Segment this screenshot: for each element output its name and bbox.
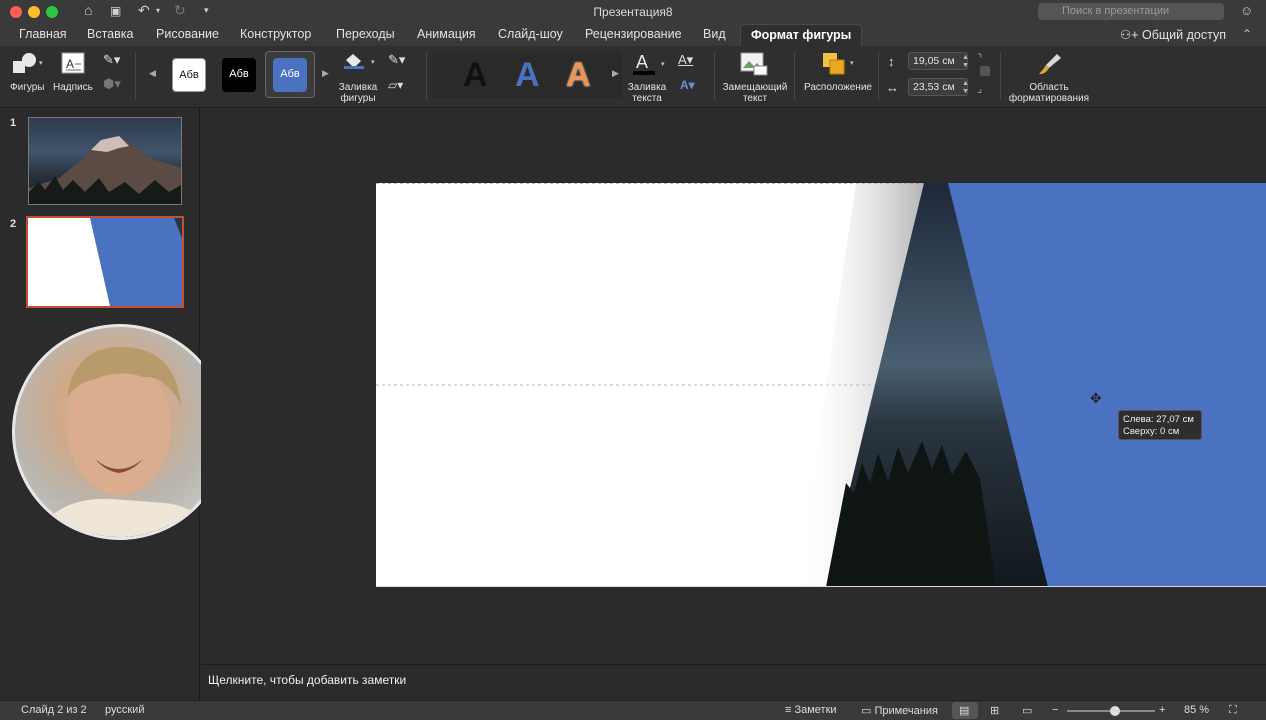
text-outline-icon[interactable]: A▾ <box>678 52 693 68</box>
slide-2-preview <box>90 218 182 306</box>
share-label: Общий доступ <box>1142 28 1226 42</box>
shape-effects-icon[interactable]: ▱▾ <box>388 78 403 92</box>
shape-fill-label: Заливка фигуры <box>338 82 378 104</box>
tab-draw[interactable]: Рисование <box>156 27 219 41</box>
zoom-in-button[interactable]: + <box>1159 704 1165 716</box>
style-preset-black[interactable]: Абв <box>222 58 256 92</box>
comment-icon: ▭ <box>861 705 875 717</box>
language-indicator[interactable]: русский <box>105 704 144 716</box>
shapes-icon[interactable] <box>12 52 38 76</box>
shape-outline-icon[interactable]: ✎▾ <box>388 52 405 68</box>
slide-editing-area: ✥ Слева: 27,07 см Сверху: 0 см <box>201 108 1266 664</box>
format-pane-icon[interactable] <box>1037 52 1063 76</box>
textbox-icon[interactable]: A <box>61 52 85 74</box>
alt-text-label: Замещающий текст <box>722 82 788 104</box>
tab-review[interactable]: Рецензирование <box>585 27 682 41</box>
svg-text:A: A <box>66 57 74 71</box>
height-stepper[interactable]: ▲ ▼ <box>962 54 969 70</box>
arrange-dropdown-icon[interactable]: ▾ <box>850 59 854 67</box>
status-bar: Слайд 2 из 2 русский ≡ Заметки ▭ Примеча… <box>0 700 1266 720</box>
presenter-video <box>35 346 215 537</box>
notes-pane[interactable]: Щелкните, чтобы добавить заметки <box>201 664 1266 700</box>
zoom-slider-thumb[interactable] <box>1110 706 1121 716</box>
text-fill-label: Заливка текста <box>627 82 667 104</box>
tab-insert[interactable]: Вставка <box>87 27 133 41</box>
tooltip-left: Слева: 27,07 см <box>1123 414 1194 425</box>
mountain-photo <box>29 136 181 204</box>
width-field[interactable]: 23,53 см <box>908 78 968 96</box>
width-stepper[interactable]: ▲ ▼ <box>962 80 969 96</box>
notes-button-label: Заметки <box>794 704 837 716</box>
slide-thumbnail-2[interactable] <box>26 216 184 308</box>
tab-slideshow[interactable]: Слайд-шоу <box>498 27 563 41</box>
wordart-black[interactable]: A <box>463 56 488 95</box>
add-person-icon: ⚇+ <box>1120 28 1143 42</box>
svg-text:A: A <box>636 52 648 72</box>
slide-counter: Слайд 2 из 2 <box>21 704 87 716</box>
scroll-left-icon[interactable]: ◀ <box>149 68 156 79</box>
tab-design[interactable]: Конструктор <box>240 27 311 41</box>
slide-content <box>376 183 1266 587</box>
title-bar: ⌂ ▣ ↶ ▾ ↻ ▾ Презентация8 ⌕▾ Поиск в през… <box>0 0 1266 24</box>
tab-animations[interactable]: Анимация <box>417 27 476 41</box>
width-icon: ↔ <box>886 80 899 95</box>
shapes-dropdown-icon[interactable]: ▾ <box>39 59 43 67</box>
tooltip-top: Сверху: 0 см <box>1123 426 1180 437</box>
style-preset-white[interactable]: Абв <box>172 58 206 92</box>
textbox-label: Надпись <box>53 82 93 93</box>
shapes-label: Фигуры <box>10 82 45 93</box>
arrange-icon[interactable] <box>822 52 848 76</box>
height-field[interactable]: 19,05 см <box>908 52 968 70</box>
comments-button[interactable]: ▭ Примечания <box>861 704 938 717</box>
slide-sorter-icon[interactable]: ⊞ <box>990 704 999 717</box>
move-cursor-icon: ✥ <box>1090 390 1102 406</box>
tab-home[interactable]: Главная <box>19 27 67 41</box>
slide-number-2: 2 <box>10 218 17 230</box>
shape-fill-icon[interactable] <box>342 52 366 70</box>
ribbon: ▾ Фигуры A Надпись ✎▾ ⬢▾ ◀ Абв Абв Абв ▶… <box>0 46 1266 108</box>
height-icon: ↕ <box>888 54 895 69</box>
slide-thumbnail-1[interactable] <box>28 117 182 205</box>
search-input[interactable]: Поиск в презентации <box>1038 3 1224 20</box>
slide-canvas[interactable] <box>376 183 1266 587</box>
normal-view-icon[interactable]: ▤ <box>959 704 969 717</box>
zoom-out-button[interactable]: − <box>1052 704 1058 716</box>
scroll-right-icon[interactable]: ▶ <box>322 68 329 79</box>
comments-button-label: Примечания <box>874 705 938 717</box>
slide-number-1: 1 <box>10 117 17 129</box>
wordart-orange[interactable]: A <box>566 56 591 95</box>
arrange-label: Расположение <box>804 82 872 93</box>
position-tooltip: Слева: 27,07 см Сверху: 0 см <box>1118 410 1202 440</box>
style-preset-blue[interactable]: Абв <box>273 58 307 92</box>
edit-shape-icon[interactable]: ✎▾ <box>103 52 120 68</box>
wordart-more-icon[interactable]: ▶ <box>612 68 619 79</box>
text-fill-dropdown-icon[interactable]: ▾ <box>661 60 665 68</box>
shape-fill-dropdown-icon[interactable]: ▾ <box>371 58 375 66</box>
collapse-ribbon-icon[interactable]: ⌃ <box>1242 27 1252 41</box>
tab-view[interactable]: Вид <box>703 27 726 41</box>
lock-aspect-icon[interactable] <box>980 66 990 76</box>
ribbon-tabs: Главная Вставка Рисование Конструктор Пе… <box>0 24 1266 46</box>
fit-to-window-icon[interactable]: ⛶ <box>1229 704 1237 717</box>
zoom-level[interactable]: 85 % <box>1184 704 1209 716</box>
crop-bottom-icon: ⌟ <box>977 83 983 95</box>
presenter-webcam <box>12 324 228 540</box>
account-icon[interactable]: ☺ <box>1240 3 1253 18</box>
slide-thumbnail-pane: 1 2 <box>0 108 228 700</box>
text-fill-icon[interactable]: A <box>632 52 656 76</box>
notes-placeholder[interactable]: Щелкните, чтобы добавить заметки <box>208 673 406 687</box>
merge-shapes-icon: ⬢▾ <box>103 76 121 91</box>
format-pane-label: Область форматирования <box>1008 82 1090 104</box>
alt-text-icon[interactable] <box>740 52 768 76</box>
presenter-view-icon[interactable]: ▭ <box>1022 704 1032 717</box>
tab-transitions[interactable]: Переходы <box>336 27 395 41</box>
text-effects-icon[interactable]: A▾ <box>680 78 695 92</box>
wordart-blue[interactable]: A <box>515 56 540 95</box>
tab-shape-format[interactable]: Формат фигуры <box>740 24 863 46</box>
notes-toggle-button[interactable]: ≡ Заметки <box>785 704 837 716</box>
share-button[interactable]: ⚇+ Общий доступ <box>1120 27 1226 42</box>
crop-corner-icon[interactable]: ⌝ <box>977 52 982 65</box>
